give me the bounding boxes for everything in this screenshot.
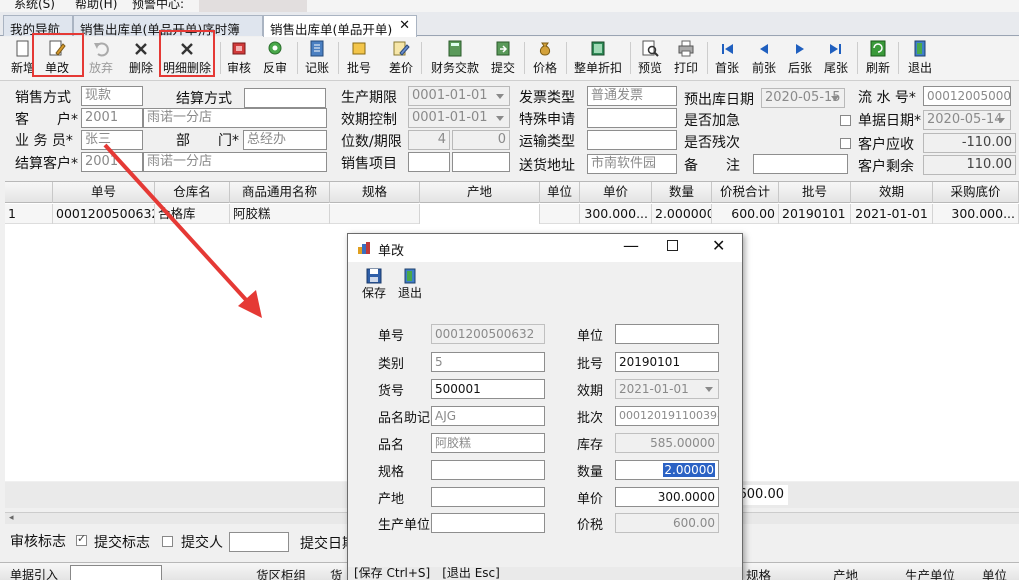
dlg-qty-label: 数量 (577, 465, 604, 480)
dlg-category-input[interactable]: 5 (431, 352, 545, 372)
dlg-item-no-label: 货号 (378, 384, 405, 399)
dlg-price-label: 单价 (577, 492, 604, 507)
dialog-save-button[interactable]: 保存 (360, 268, 388, 300)
dlg-stock-label: 库存 (577, 438, 604, 453)
dlg-total-input: 600.00 (615, 513, 719, 533)
dlg-batch-no-label: 批号 (577, 357, 604, 372)
dlg-doc-no-input: 0001200500632 (431, 324, 545, 344)
dlg-name-label: 品名 (378, 438, 405, 453)
exit-door-icon (396, 268, 424, 284)
dlg-item-no-input[interactable]: 500001 (431, 379, 545, 399)
dlg-doc-no-label: 单号 (378, 329, 405, 344)
dialog-title-bar: 单改 — ✕ (348, 234, 742, 262)
minimize-icon[interactable]: — (623, 236, 639, 255)
dialog-status-bar: [保存 Ctrl+S] [退出 Esc] (348, 567, 742, 580)
dlg-spec-label: 规格 (378, 465, 405, 480)
dlg-name-input[interactable]: 阿胶糕 (431, 433, 545, 453)
dlg-qty-input[interactable]: 2.00000 (615, 460, 719, 480)
dialog-app-icon (357, 241, 371, 259)
edit-dialog: 单改 — ✕ 保存 退出 单号 0001200500632 类别 5 货号 50… (347, 233, 743, 580)
dlg-price-input[interactable]: 300.0000 (615, 487, 719, 507)
dlg-expiry-label: 效期 (577, 384, 604, 399)
dlg-stock-input: 585.00000 (615, 433, 719, 453)
dlg-manufacturer-label: 生产单位 (378, 518, 431, 533)
dlg-batch-no-input[interactable]: 20190101 (615, 352, 719, 372)
dialog-title: 单改 (378, 244, 405, 259)
dlg-origin-input[interactable] (431, 487, 545, 507)
maximize-icon[interactable] (667, 240, 678, 251)
dialog-form: 单号 0001200500632 类别 5 货号 500001 品名助记 AJG… (360, 314, 730, 539)
dlg-manufacturer-input[interactable] (431, 513, 545, 533)
dlg-unit-label: 单位 (577, 329, 604, 344)
close-icon[interactable]: ✕ (712, 236, 725, 255)
dlg-origin-label: 产地 (378, 492, 405, 507)
dialog-exit-button[interactable]: 退出 (396, 268, 424, 300)
dlg-mnemonic-input[interactable]: AJG (431, 406, 545, 426)
dialog-shortcut-hint: [保存 Ctrl+S] [退出 Esc] (354, 567, 500, 580)
dlg-lot-label: 批次 (577, 411, 604, 426)
floppy-icon (360, 268, 388, 284)
dlg-total-label: 价税 (577, 518, 604, 533)
dlg-unit-input[interactable] (615, 324, 719, 344)
dlg-spec-input[interactable] (431, 460, 545, 480)
dlg-lot-input[interactable]: 000120191100398 (615, 406, 719, 426)
dlg-category-label: 类别 (378, 357, 405, 372)
dlg-expiry-picker[interactable]: 2021-01-01 (615, 379, 719, 399)
dlg-mnemonic-label: 品名助记 (378, 411, 431, 426)
qty-selection: 2.00000 (663, 463, 715, 477)
